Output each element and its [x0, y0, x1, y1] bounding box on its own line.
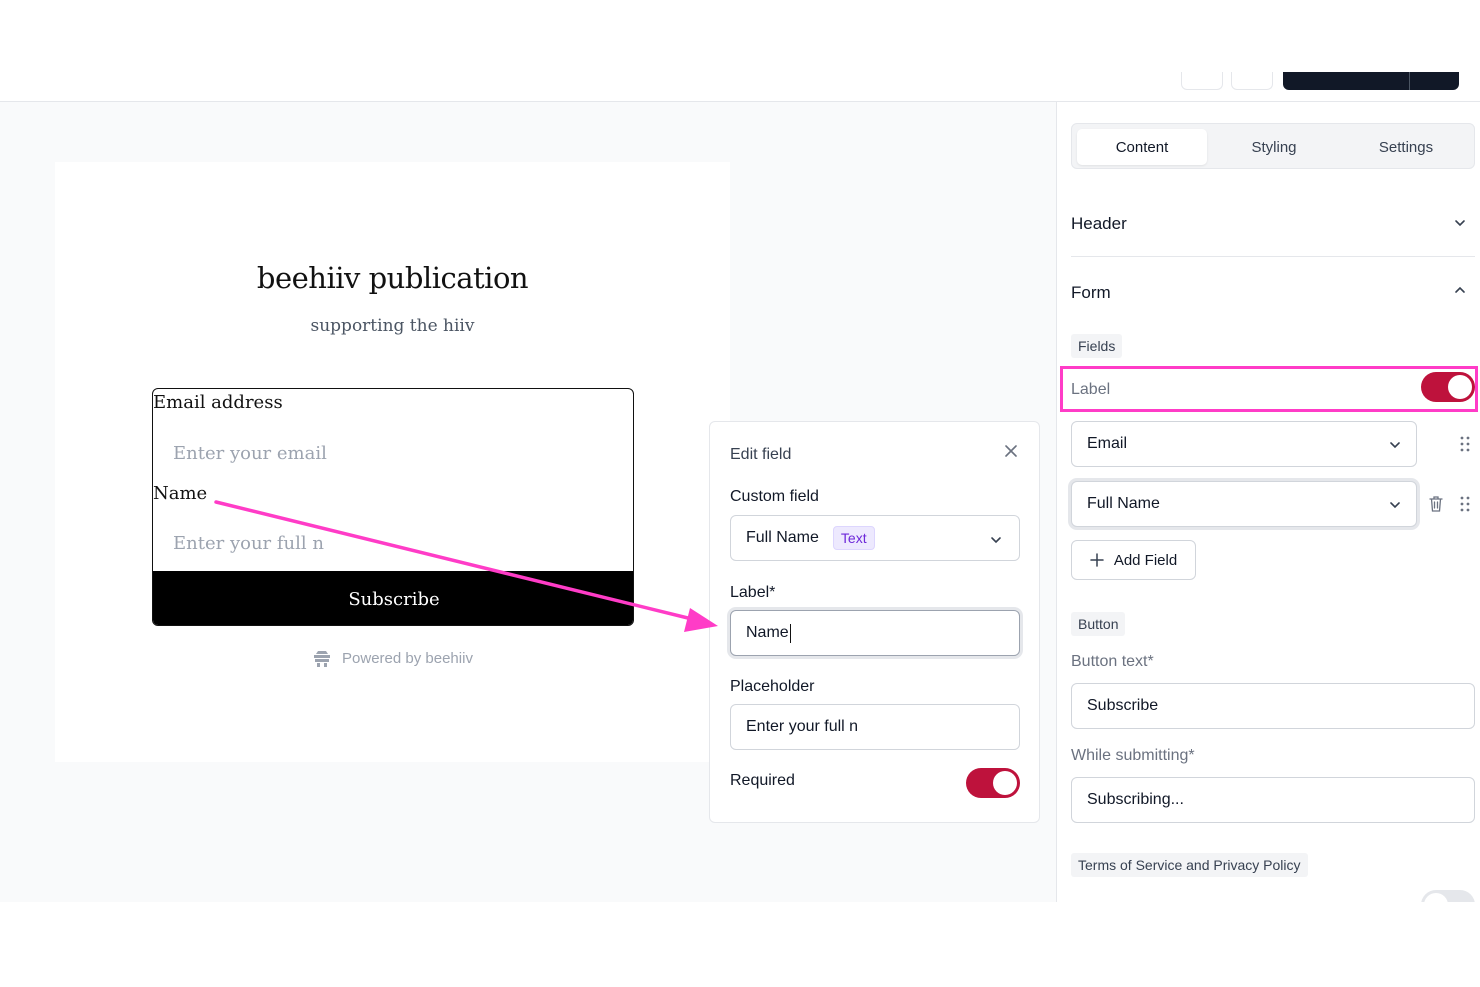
publication-title: beehiiv publication: [256, 261, 529, 295]
subscribe-button[interactable]: Subscribe: [153, 571, 633, 625]
email-label: Email address: [153, 392, 283, 413]
fields-chip: Fields: [1071, 334, 1123, 358]
label-toggle[interactable]: [1421, 372, 1475, 402]
publication-subtitle: supporting the hiiv: [310, 316, 475, 336]
custom-field-value: Full Name: [746, 529, 819, 546]
top-bar: [0, 0, 1480, 102]
toolbar-button-2[interactable]: [1231, 72, 1273, 90]
chevron-down-icon[interactable]: [1453, 216, 1467, 230]
subscribe-form: Email address Enter your email Name Ente…: [152, 388, 634, 626]
while-submitting-value: Subscribing...: [1087, 791, 1184, 808]
edit-field-title: Edit field: [730, 446, 792, 463]
section-divider: [1071, 256, 1475, 257]
edit-field-panel: Edit field Custom field Full Name Text L…: [709, 421, 1040, 823]
publish-button[interactable]: [1283, 72, 1459, 90]
drag-handle-icon[interactable]: [1460, 496, 1470, 512]
chevron-down-icon: [1390, 502, 1400, 509]
chevron-down-icon: [991, 537, 1001, 544]
plus-icon: [1090, 553, 1104, 567]
placeholder-input-value: Enter your full n: [746, 718, 859, 735]
placeholder-input[interactable]: Enter your full n: [730, 704, 1020, 750]
button-chip: Button: [1071, 612, 1126, 636]
tab-content[interactable]: Content: [1077, 129, 1207, 165]
chevron-down-icon: [1390, 442, 1400, 449]
beehiiv-logo-icon: [314, 651, 331, 667]
settings-sidebar: Content Styling Settings Header Form Fie…: [1056, 102, 1480, 902]
button-text-value: Subscribe: [1087, 697, 1159, 714]
drag-handle-icon[interactable]: [1460, 436, 1470, 452]
name-input[interactable]: Enter your full n: [173, 533, 324, 554]
powered-by[interactable]: Powered by beehiiv: [55, 648, 730, 668]
tos-toggle[interactable]: [1421, 890, 1475, 902]
custom-field-label: Custom field: [730, 488, 819, 505]
label-field-label: Label*: [730, 584, 776, 601]
add-field-label: Add Field: [1113, 551, 1178, 569]
field-type-badge: Text: [832, 526, 875, 550]
field-select-full-name[interactable]: Full Name: [1071, 481, 1417, 527]
preview-card: beehiiv publication supporting the hiiv …: [55, 162, 730, 762]
while-submitting-label: While submitting*: [1071, 747, 1195, 764]
chevron-up-icon[interactable]: [1453, 283, 1467, 297]
tab-settings[interactable]: Settings: [1341, 129, 1471, 165]
sidebar-tabs: Content Styling Settings: [1071, 123, 1475, 169]
required-label: Required: [730, 772, 795, 789]
name-label: Name: [153, 483, 208, 504]
form-section-title[interactable]: Form: [1071, 283, 1111, 303]
label-input[interactable]: Name: [730, 610, 1020, 656]
tab-styling[interactable]: Styling: [1209, 129, 1339, 165]
toolbar-button-1[interactable]: [1181, 72, 1223, 90]
header-section-title[interactable]: Header: [1071, 214, 1127, 234]
email-input[interactable]: Enter your email: [173, 443, 327, 464]
button-text-input[interactable]: Subscribe: [1071, 683, 1475, 729]
field-select-value: Full Name: [1087, 495, 1160, 512]
custom-field-select[interactable]: Full Name Text: [730, 515, 1020, 561]
label-input-value: Name: [746, 624, 789, 641]
placeholder-field-label: Placeholder: [730, 678, 815, 695]
trash-icon[interactable]: [1428, 495, 1444, 513]
label-toggle-label: Label: [1071, 381, 1111, 398]
close-icon[interactable]: [1002, 442, 1020, 460]
annotation-highlight-box: [1060, 366, 1478, 412]
while-submitting-input[interactable]: Subscribing...: [1071, 777, 1475, 823]
field-select-value: Email: [1087, 435, 1128, 452]
powered-by-text: Powered by beehiiv: [342, 649, 473, 667]
field-select-email[interactable]: Email: [1071, 421, 1417, 467]
add-field-button[interactable]: Add Field: [1071, 540, 1196, 580]
text-caret: [789, 623, 791, 643]
button-text-label: Button text*: [1071, 653, 1154, 670]
required-toggle[interactable]: [966, 768, 1020, 798]
tos-chip: Terms of Service and Privacy Policy: [1071, 853, 1308, 877]
